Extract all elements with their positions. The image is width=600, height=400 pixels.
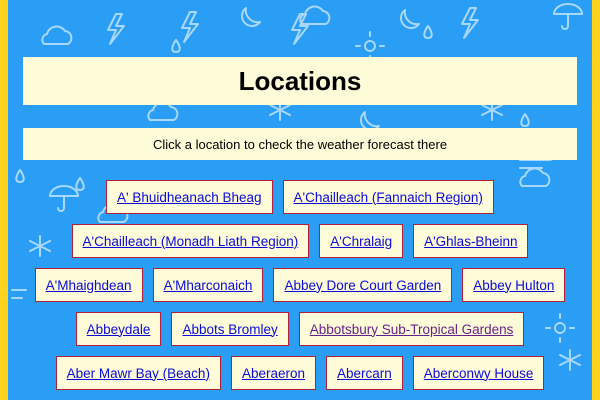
location-button[interactable]: A' Bhuidheanach Bheag: [106, 180, 273, 214]
location-link[interactable]: Abbeydale: [87, 322, 151, 337]
location-link[interactable]: A'Ghlas-Bheinn: [424, 234, 517, 249]
location-link[interactable]: A'Chailleach (Fannaich Region): [294, 190, 483, 205]
title-panel: Locations: [23, 57, 577, 105]
location-row: A'Mhaighdean A'Mharconaich Abbey Dore Cour…: [20, 268, 580, 304]
location-link[interactable]: Abbey Dore Court Garden: [284, 278, 441, 293]
location-button[interactable]: Abbotsbury Sub-Tropical Gardens: [298, 312, 525, 346]
location-row: A' Bhuidheanach Bheag A'Chailleach (Fanna…: [20, 180, 580, 216]
location-button[interactable]: A'Ghlas-Bheinn: [413, 224, 529, 258]
location-link[interactable]: A' Bhuidheanach Bheag: [117, 190, 261, 205]
location-link[interactable]: Abbots Bromley: [182, 322, 277, 337]
location-button[interactable]: A'Mharconaich: [152, 268, 264, 302]
instruction-panel: Click a location to check the weather fo…: [23, 128, 577, 160]
location-button[interactable]: Abbey Hulton: [462, 268, 566, 302]
location-link[interactable]: Abbotsbury Sub-Tropical Gardens: [310, 322, 514, 337]
instruction-text: Click a location to check the weather fo…: [152, 136, 448, 152]
location-row: Abbeydale Abbots Bromley Abbotsbury Sub-Tr…: [20, 312, 580, 348]
location-button[interactable]: Abercarn: [326, 356, 403, 390]
location-button[interactable]: Aberaeron: [230, 356, 316, 390]
location-row: A'Chailleach (Monadh Liath Region) A'Chra…: [20, 224, 580, 260]
location-button[interactable]: Aberconwy House: [412, 356, 545, 390]
location-link[interactable]: A'Chailleach (Monadh Liath Region): [83, 234, 299, 249]
location-link[interactable]: Aberaeron: [242, 366, 305, 381]
location-button[interactable]: A'Chailleach (Monadh Liath Region): [71, 224, 310, 258]
location-button[interactable]: Abbeydale: [75, 312, 162, 346]
location-button[interactable]: A'Chralaig: [319, 224, 404, 258]
location-button[interactable]: Abbey Dore Court Garden: [273, 268, 453, 302]
page-content: Locations Click a location to check the …: [0, 0, 600, 400]
location-button[interactable]: Aber Mawr Bay (Beach): [55, 356, 221, 390]
location-link[interactable]: Abbey Hulton: [473, 278, 554, 293]
location-link[interactable]: A'Chralaig: [330, 234, 392, 249]
location-link[interactable]: A'Mhaighdean: [46, 278, 132, 293]
location-list: A' Bhuidheanach Bheag A'Chailleach (Fanna…: [20, 180, 580, 400]
location-row: Aber Mawr Bay (Beach) Aberaeron Abercarn Ab…: [20, 356, 580, 392]
location-link[interactable]: A'Mharconaich: [164, 278, 253, 293]
location-button[interactable]: A'Chailleach (Fannaich Region): [282, 180, 494, 214]
location-button[interactable]: A'Mhaighdean: [34, 268, 143, 302]
location-link[interactable]: Aber Mawr Bay (Beach): [67, 366, 210, 381]
location-link[interactable]: Abercarn: [337, 366, 392, 381]
page-title: Locations: [238, 65, 362, 96]
location-link[interactable]: Aberconwy House: [424, 366, 534, 381]
location-button[interactable]: Abbots Bromley: [171, 312, 289, 346]
